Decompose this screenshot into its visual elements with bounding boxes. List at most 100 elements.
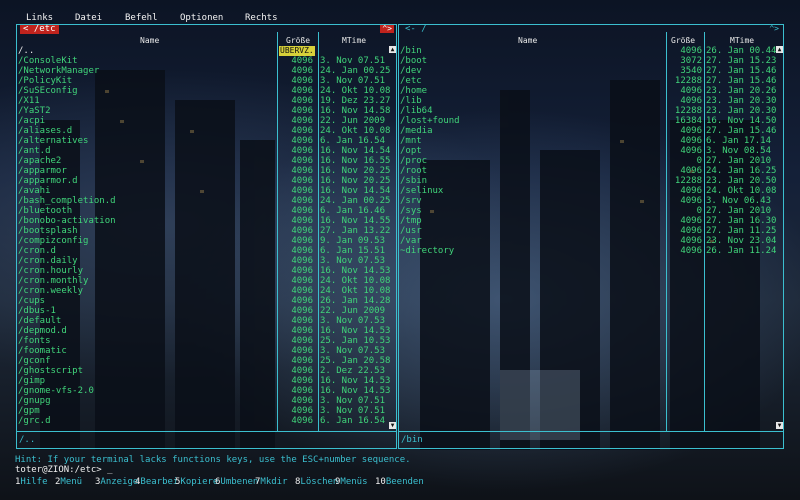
file-row[interactable]: /cron.d 4096 6. Jan 15.51 <box>16 246 397 256</box>
file-row[interactable]: /selinux 4096 24. Okt 10.08 <box>398 186 784 196</box>
file-size: 0 <box>696 206 702 216</box>
menu-befehl[interactable]: Befehl <box>125 13 158 23</box>
file-row[interactable]: /ConsoleKit 4096 3. Nov 07.51 <box>16 56 397 66</box>
file-row[interactable]: /media 4096 27. Jan 15.46 <box>398 126 784 136</box>
file-row[interactable]: /lib64 12288 23. Jan 20.30 <box>398 106 784 116</box>
file-row[interactable]: /default 4096 3. Nov 07.53 <box>16 316 397 326</box>
file-row[interactable]: /gpm 4096 3. Nov 07.51 <box>16 406 397 416</box>
file-row[interactable]: /home 4096 23. Jan 20.26 <box>398 86 784 96</box>
file-row[interactable]: /cron.daily 4096 3. Nov 07.53 <box>16 256 397 266</box>
file-row[interactable]: /cron.hourly 4096 16. Nov 14.53 <box>16 266 397 276</box>
menu-datei[interactable]: Datei <box>75 13 102 23</box>
file-mtime: 3. Nov 07.51 <box>320 56 386 66</box>
file-row[interactable]: /fonts 4096 25. Jan 10.53 <box>16 336 397 346</box>
column-name-header[interactable]: Name <box>140 36 159 46</box>
file-row[interactable]: /foomatic 4096 3. Nov 07.53 <box>16 346 397 356</box>
file-row[interactable]: /YaST2 4096 16. Nov 14.58 <box>16 106 397 116</box>
file-row[interactable]: /apache2 4096 16. Nov 16.55 <box>16 156 397 166</box>
fkey-5[interactable]: 5Kopiere <box>175 477 218 487</box>
file-name: /fonts <box>18 336 51 346</box>
left-file-panel[interactable]: < /etc ^> Name Größe MTime ÜBERVZ. ▲ ▼ /… <box>16 24 397 449</box>
column-size-header[interactable]: Größe <box>671 36 695 46</box>
file-row[interactable]: /acpi 4096 22. Jun 2009 <box>16 116 397 126</box>
file-row[interactable]: /gconf 4096 25. Jan 20.58 <box>16 356 397 366</box>
file-row[interactable]: /gnome-vfs-2.0 4096 16. Nov 14.53 <box>16 386 397 396</box>
menu-rechts[interactable]: Rechts <box>245 13 278 23</box>
fkey-3[interactable]: 3Anzeige <box>95 477 138 487</box>
fkey-7[interactable]: 7Mkdir <box>255 477 288 487</box>
file-row[interactable]: /bin 4096 26. Jan 00.44 <box>398 46 784 56</box>
file-name: /cron.daily <box>18 256 78 266</box>
file-row[interactable]: /PolicyKit 4096 3. Nov 07.51 <box>16 76 397 86</box>
command-prompt[interactable]: toter@ZION:/etc> _ <box>15 465 113 475</box>
panel-history-button[interactable]: ^> <box>767 25 781 33</box>
panel-history-button[interactable]: ^> <box>380 25 394 33</box>
file-row[interactable]: /grc.d 4096 6. Jan 16.54 <box>16 416 397 426</box>
file-row[interactable]: /sys 0 27. Jan 2010 <box>398 206 784 216</box>
file-row[interactable]: /cups 4096 26. Jan 14.28 <box>16 296 397 306</box>
file-row[interactable]: /apparmor 4096 16. Nov 20.25 <box>16 166 397 176</box>
file-row[interactable]: /lost+found 16384 16. Nov 14.50 <box>398 116 784 126</box>
file-row[interactable]: /apparmor.d 4096 16. Nov 20.25 <box>16 176 397 186</box>
file-size: 4096 <box>680 246 702 256</box>
file-row[interactable]: /bootsplash 4096 27. Jan 13.22 <box>16 226 397 236</box>
file-row[interactable]: /tmp 4096 27. Jan 16.30 <box>398 216 784 226</box>
file-row[interactable]: /.. <box>16 46 397 56</box>
right-file-panel[interactable]: <- / ^> Name Größe MTime ▲ ▼ /bin 4096 26.… <box>398 24 784 449</box>
file-row[interactable]: /aliases.d 4096 24. Okt 10.08 <box>16 126 397 136</box>
column-name-header[interactable]: Name <box>518 36 537 46</box>
file-row[interactable]: /opt 4096 3. Nov 08.54 <box>398 146 784 156</box>
file-row[interactable]: /alternatives 4096 6. Jan 16.54 <box>16 136 397 146</box>
file-row[interactable]: /proc 0 27. Jan 2010 <box>398 156 784 166</box>
fkey-6[interactable]: 6Umbenen <box>215 477 258 487</box>
file-row[interactable]: /bash_completion.d 4096 24. Jan 00.25 <box>16 196 397 206</box>
file-row[interactable]: /mnt 4096 6. Jan 17.14 <box>398 136 784 146</box>
file-row[interactable]: /dev 3540 27. Jan 15.46 <box>398 66 784 76</box>
scroll-down-icon[interactable]: ▼ <box>776 422 783 429</box>
file-row[interactable]: /gnupg 4096 3. Nov 07.51 <box>16 396 397 406</box>
fkey-9[interactable]: 9Menüs <box>335 477 368 487</box>
file-row[interactable]: /depmod.d 4096 16. Nov 14.53 <box>16 326 397 336</box>
file-row[interactable]: /cron.weekly 4096 24. Okt 10.08 <box>16 286 397 296</box>
fkey-1[interactable]: 1Hilfe <box>15 477 48 487</box>
file-row[interactable]: ~directory 4096 26. Jan 11.24 <box>398 246 784 256</box>
file-row[interactable]: /dbus-1 4096 22. Jun 2009 <box>16 306 397 316</box>
file-row[interactable]: /lib 4096 23. Jan 20.30 <box>398 96 784 106</box>
fkey-10[interactable]: 10Beenden <box>375 477 424 487</box>
file-row[interactable]: /NetworkManager 4096 24. Jan 00.25 <box>16 66 397 76</box>
file-row[interactable]: /X11 4096 19. Dez 23.27 <box>16 96 397 106</box>
column-mtime-header[interactable]: MTime <box>342 36 366 46</box>
file-row[interactable]: /ghostscript 4096 2. Dez 22.53 <box>16 366 397 376</box>
file-row[interactable]: /SuSEconfig 4096 24. Okt 10.08 <box>16 86 397 96</box>
file-mtime: 27. Jan 11.25 <box>706 226 777 236</box>
file-row[interactable]: /etc 12288 27. Jan 15.46 <box>398 76 784 86</box>
fkey-2[interactable]: 2Menü <box>55 477 82 487</box>
panel-path[interactable]: <- / <box>402 25 430 34</box>
file-row[interactable]: /compizconfig 4096 9. Jan 09.53 <box>16 236 397 246</box>
fkey-8[interactable]: 8Löschen <box>295 477 338 487</box>
file-row[interactable]: /avahi 4096 16. Nov 14.54 <box>16 186 397 196</box>
file-row[interactable]: /sbin 12288 23. Jan 20.50 <box>398 176 784 186</box>
file-row[interactable]: /ant.d 4096 16. Nov 14.54 <box>16 146 397 156</box>
panel-path[interactable]: < /etc <box>20 25 59 34</box>
file-mtime: 6. Jan 16.54 <box>320 136 386 146</box>
menu-optionen[interactable]: Optionen <box>180 13 223 23</box>
file-row[interactable]: /cron.monthly 4096 24. Okt 10.08 <box>16 276 397 286</box>
file-row[interactable]: /srv 4096 3. Nov 06.43 <box>398 196 784 206</box>
file-row[interactable]: /var 4096 23. Nov 23.04 <box>398 236 784 246</box>
file-mtime: 23. Jan 20.50 <box>706 176 777 186</box>
file-row[interactable]: /gimp 4096 16. Nov 14.53 <box>16 376 397 386</box>
file-row[interactable]: /usr 4096 27. Jan 11.25 <box>398 226 784 236</box>
fkey-4[interactable]: 4Bearbei <box>135 477 178 487</box>
file-name: /bonobo-activation <box>18 216 116 226</box>
menu-links[interactable]: Links <box>26 13 53 23</box>
file-mtime: 26. Jan 14.28 <box>320 296 391 306</box>
file-row[interactable]: /root 4096 24. Jan 16.25 <box>398 166 784 176</box>
column-size-header[interactable]: Größe <box>286 36 310 46</box>
column-mtime-header[interactable]: MTime <box>730 36 754 46</box>
file-row[interactable]: /boot 3072 27. Jan 15.23 <box>398 56 784 66</box>
file-name: /ghostscript <box>18 366 84 376</box>
file-name: /ant.d <box>18 146 51 156</box>
file-row[interactable]: /bonobo-activation 4096 16. Nov 14.55 <box>16 216 397 226</box>
file-row[interactable]: /bluetooth 4096 6. Jan 16.46 <box>16 206 397 216</box>
